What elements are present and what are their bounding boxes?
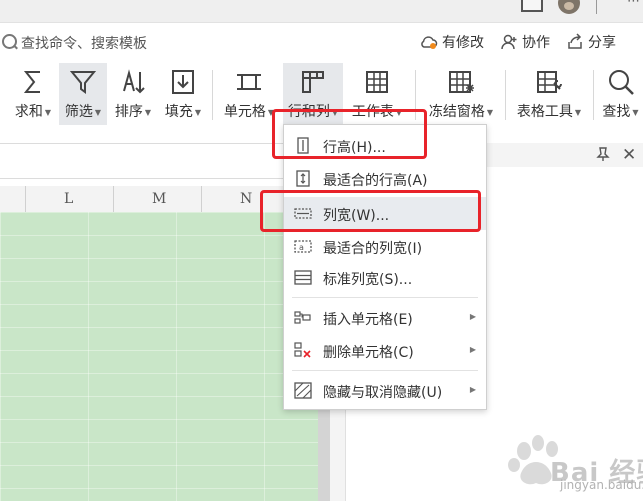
cell-label: 单元格 — [223, 104, 266, 120]
menu-item-label: 删除单元格(C) — [323, 345, 414, 361]
title-bar — [0, 0, 643, 23]
freeze-icon — [449, 71, 474, 93]
magnifier-icon — [608, 70, 634, 95]
find-label: 查找 — [602, 104, 631, 120]
filter-button[interactable]: 筛选 ▼ — [59, 63, 107, 125]
chevron-down-icon: ▼ — [194, 107, 202, 117]
collab-label: 协作 — [522, 35, 550, 51]
menu-item-delete-cell[interactable]: 删除单元格(C) ▶ — [284, 334, 486, 367]
menu-item-label: 隐藏与取消隐藏(U) — [323, 385, 443, 401]
watermark-url: jingyan.baidu.com — [560, 478, 643, 492]
menu-item-label: 最适合的列宽(I) — [323, 241, 423, 257]
sigma-icon — [23, 71, 40, 93]
best-fit-row-icon — [296, 170, 310, 187]
find-button[interactable]: 查找 ▼ — [598, 63, 643, 125]
row-column-icon — [302, 71, 324, 93]
cell-icon — [237, 74, 261, 90]
highlight-row-height — [272, 109, 427, 159]
title-divider — [596, 0, 597, 14]
insert-cell-icon — [294, 311, 311, 324]
column-header-m[interactable]: M — [152, 191, 166, 207]
revise-label: 有修改 — [442, 35, 484, 51]
best-fit-column-icon: a — [294, 240, 312, 253]
table-tools-icon — [537, 71, 562, 93]
close-icon[interactable]: ✕ — [622, 145, 636, 165]
chevron-down-icon: ▼ — [486, 107, 494, 117]
ribbon-divider — [212, 70, 213, 120]
menu-item-best-fit-column[interactable]: a 最适合的列宽(I) — [284, 230, 486, 263]
freeze-label: 冻结窗格 — [428, 104, 485, 120]
chevron-down-icon: ▼ — [144, 107, 152, 117]
submenu-arrow-icon: ▶ — [469, 385, 476, 394]
sort-icon — [123, 69, 145, 94]
submenu-arrow-icon: ▶ — [469, 312, 476, 321]
menu-item-hide-unhide[interactable]: 隐藏与取消隐藏(U) ▶ — [284, 374, 486, 407]
share-icon — [568, 33, 582, 49]
collab-icon — [501, 34, 517, 50]
share-button[interactable]: 分享 — [566, 32, 616, 52]
tools-label: 表格工具 — [516, 104, 573, 120]
submenu-arrow-icon: ▶ — [469, 345, 476, 354]
ribbon-divider — [505, 70, 506, 120]
pin-icon[interactable] — [595, 146, 611, 162]
chevron-down-icon: ▼ — [574, 107, 582, 117]
filter-label: 筛选 — [64, 104, 93, 120]
fill-label: 填充 — [164, 104, 193, 120]
more-icon[interactable]: ⋯ — [627, 0, 640, 9]
freeze-button[interactable]: 冻结窗格 ▼ — [423, 63, 499, 125]
menu-item-label: 标准列宽(S)... — [323, 272, 413, 288]
column-header-n[interactable]: N — [240, 191, 252, 207]
fill-icon — [172, 70, 194, 94]
collab-button[interactable]: 协作 — [500, 32, 550, 52]
chevron-down-icon: ▼ — [632, 107, 639, 117]
tools-button[interactable]: 表格工具 ▼ — [512, 63, 586, 125]
filter-icon — [69, 71, 97, 94]
search-icon[interactable] — [2, 34, 17, 49]
menu-item-standard-width[interactable]: 标准列宽(S)... — [284, 261, 486, 294]
sum-button[interactable]: 求和 ▼ — [10, 63, 56, 125]
window-mode-icon[interactable] — [521, 0, 543, 12]
row-column-menu: 行高(H)... 最适合的行高(A) 列宽(W)... a 最适合的列宽(I) … — [283, 124, 487, 410]
search-input[interactable]: 查找命令、搜索模板 — [21, 33, 147, 53]
chevron-down-icon: ▼ — [44, 107, 52, 117]
sheet-grid[interactable] — [0, 212, 318, 501]
fill-button[interactable]: 填充 ▼ — [160, 63, 206, 125]
sort-label: 排序 — [114, 104, 143, 120]
delete-cell-icon — [294, 342, 311, 358]
share-label: 分享 — [588, 35, 616, 51]
sort-button[interactable]: 排序 ▼ — [110, 63, 156, 125]
formula-bar[interactable] — [0, 143, 318, 179]
menu-divider — [292, 370, 478, 371]
menu-divider — [292, 297, 478, 298]
ribbon-divider — [593, 70, 594, 120]
highlight-column-width — [260, 190, 481, 232]
column-header-l[interactable]: L — [64, 191, 73, 207]
cell-button[interactable]: 单元格 ▼ — [220, 63, 278, 125]
sheet-icon — [366, 71, 388, 93]
hide-unhide-icon — [294, 382, 312, 399]
chevron-down-icon: ▼ — [94, 107, 102, 117]
menu-item-label: 插入单元格(E) — [323, 312, 413, 328]
menu-item-insert-cell[interactable]: 插入单元格(E) ▶ — [284, 301, 486, 334]
cloud-icon — [421, 36, 438, 49]
revise-button[interactable]: 有修改 — [420, 32, 484, 52]
standard-width-icon — [294, 270, 312, 285]
sum-label: 求和 — [14, 104, 43, 120]
menu-item-label: 最适合的行高(A) — [323, 173, 428, 189]
svg-text:a: a — [299, 243, 304, 252]
